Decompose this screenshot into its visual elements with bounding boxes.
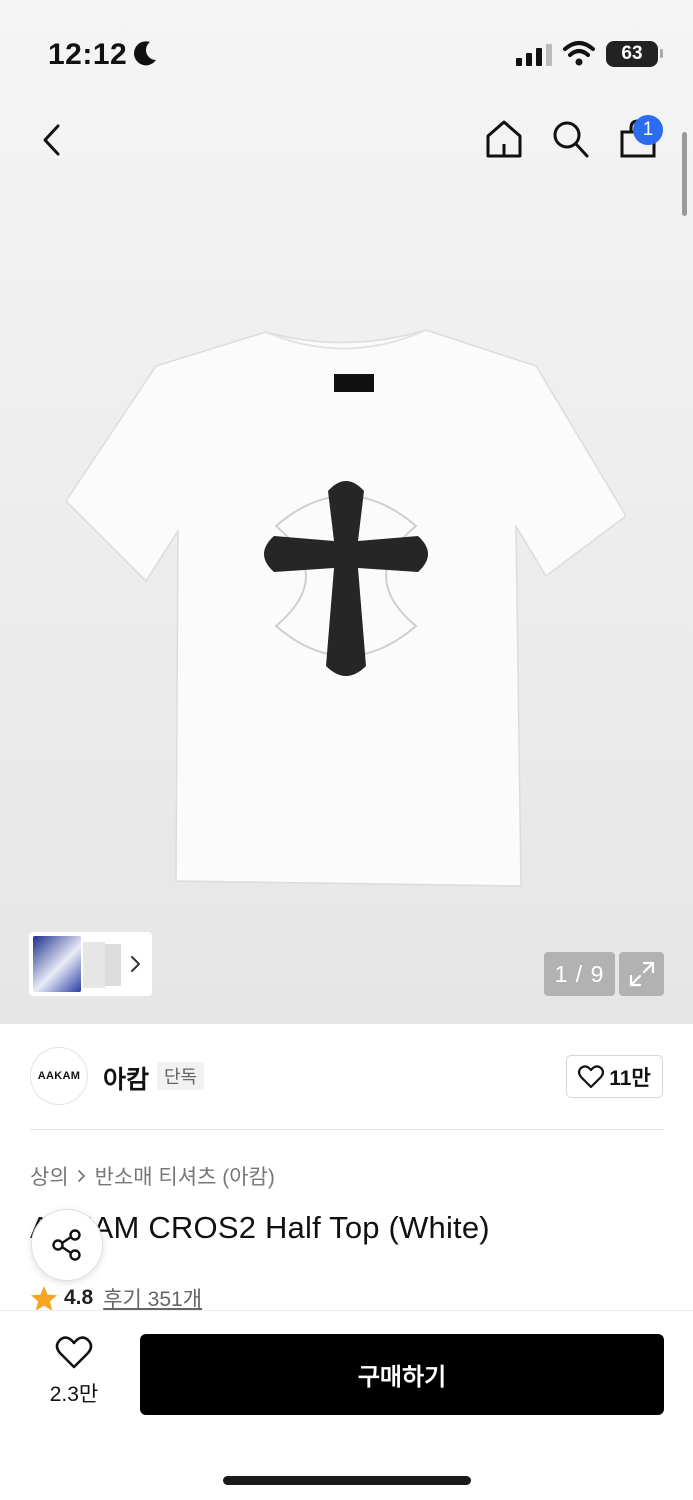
share-button[interactable] [31, 1209, 103, 1281]
brand-favorite-count: 11만 [609, 1066, 651, 1090]
star-icon [31, 1285, 57, 1311]
moon-icon [134, 41, 156, 66]
like-count: 2.3만 [49, 1383, 99, 1406]
cart-count-badge: 1 [633, 115, 663, 145]
heart-icon [55, 1336, 93, 1369]
status-time: 12:12 [48, 38, 128, 71]
breadcrumb-item[interactable]: 상의 [30, 1161, 69, 1191]
thumbnail-image[interactable] [83, 942, 105, 988]
chevron-right-icon [77, 1170, 85, 1182]
heart-icon [578, 1064, 605, 1088]
thumbnail-image[interactable] [33, 936, 81, 992]
buy-button[interactable]: 구매하기 [140, 1334, 664, 1415]
share-icon [52, 1229, 81, 1261]
breadcrumb-item[interactable]: 반소매 티셔츠 (아캄) [95, 1161, 275, 1191]
expand-button[interactable] [619, 952, 664, 996]
thumbnail-image[interactable] [105, 944, 121, 986]
back-icon[interactable] [36, 120, 68, 160]
wifi-icon [563, 41, 595, 66]
top-navigation [0, 110, 693, 170]
brand-favorite-button[interactable]: 11만 [566, 1055, 663, 1098]
scrollbar[interactable] [682, 132, 687, 216]
battery-indicator: 63 [606, 41, 663, 67]
search-icon[interactable] [550, 118, 590, 160]
chevron-right-icon[interactable] [129, 950, 143, 978]
status-bar: 12:12 63 [0, 0, 693, 100]
thumbnail-strip[interactable] [29, 932, 152, 996]
home-indicator[interactable] [223, 1476, 471, 1485]
like-button[interactable]: 2.3만 [30, 1336, 118, 1412]
breadcrumb: 상의 반소매 티셔츠 (아캄) [30, 1161, 275, 1191]
divider [30, 1129, 664, 1130]
brand-logo[interactable]: AAKAM [30, 1047, 88, 1105]
signal-icon [516, 44, 552, 66]
rating-row: 4.8 후기 351개 [30, 1283, 202, 1313]
review-link[interactable]: 후기 351개 [103, 1283, 202, 1313]
home-icon[interactable] [484, 118, 524, 160]
rating-score: 4.8 [64, 1286, 94, 1309]
expand-icon [629, 961, 654, 987]
exclusive-badge: 단독 [157, 1062, 205, 1090]
brand-name[interactable]: 아캄 [103, 1060, 149, 1096]
image-counter: 1 / 9 [544, 952, 615, 996]
product-image[interactable] [66, 326, 626, 891]
